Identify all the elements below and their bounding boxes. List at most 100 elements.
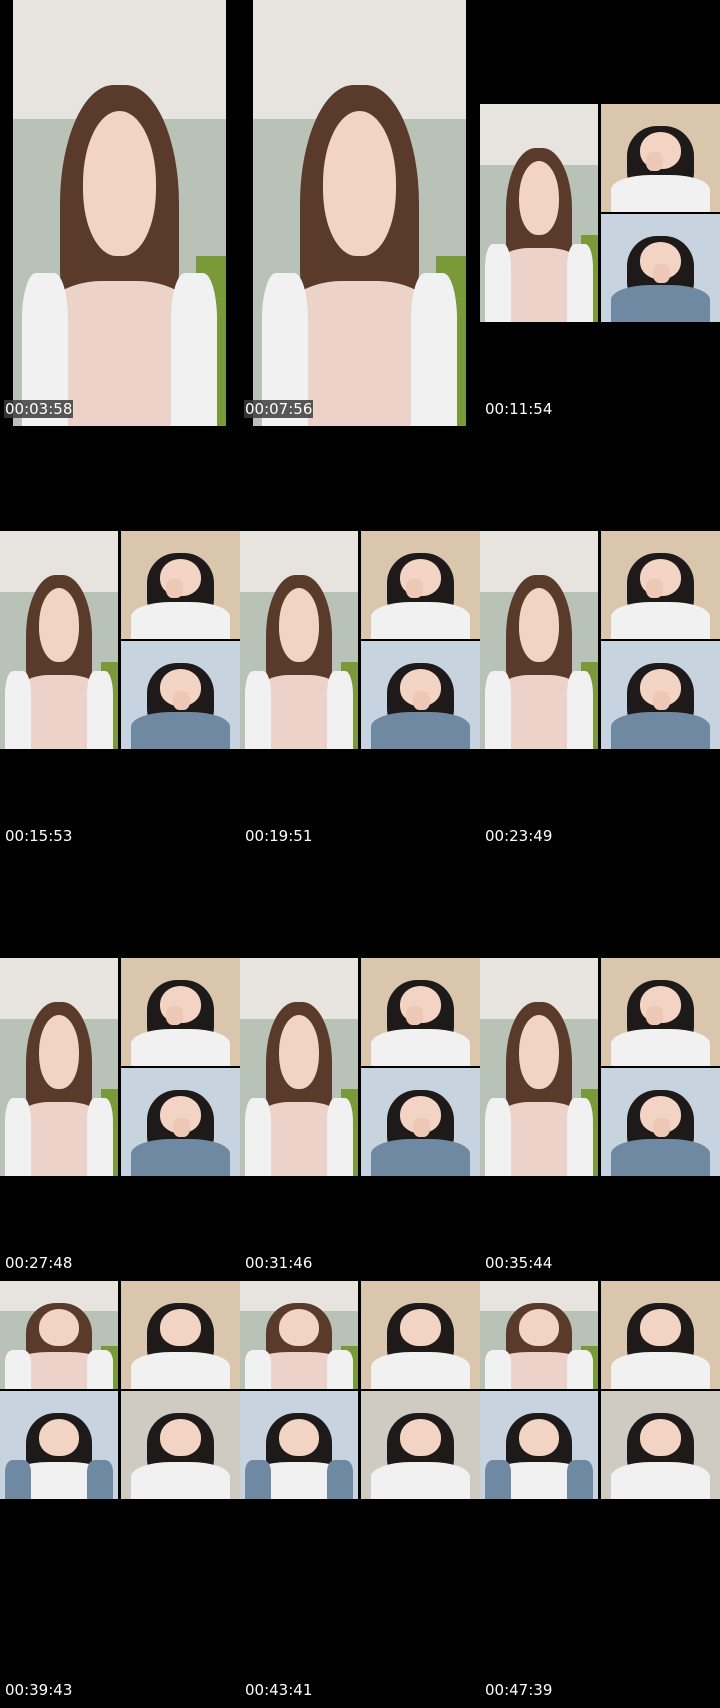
face (160, 1309, 201, 1346)
face (278, 1419, 320, 1456)
main-streamer-panel (0, 531, 118, 749)
cardigan (327, 1460, 354, 1499)
main-streamer-panel (240, 531, 358, 749)
face (400, 1309, 441, 1346)
torso (130, 602, 231, 639)
face (38, 1014, 80, 1089)
face (38, 1419, 80, 1456)
torso (130, 1029, 231, 1066)
video-thumbnail[interactable]: 00:11:54 (480, 0, 720, 427)
cardigan (87, 670, 114, 749)
face (278, 1309, 320, 1346)
main-streamer-panel (480, 958, 598, 1176)
hand (653, 263, 671, 284)
hand (653, 690, 671, 711)
video-thumbnail[interactable]: 00:39:43 (0, 1281, 240, 1708)
cardigan (484, 670, 511, 749)
video-thumbnail[interactable]: 00:03:58 (0, 0, 240, 427)
guest-panel-top (121, 958, 240, 1066)
guest-panel-top (361, 958, 480, 1066)
cardigan (244, 1350, 271, 1389)
timestamp-label: 00:03:58 (4, 400, 74, 418)
guest-panel-bottom-left (0, 1391, 118, 1499)
video-frame (13, 0, 226, 426)
face (38, 1309, 80, 1346)
torso (370, 1352, 471, 1389)
cardigan (87, 1350, 114, 1389)
video-thumbnail[interactable]: 00:27:48 (0, 854, 240, 1281)
video-thumbnail[interactable]: 00:23:49 (480, 427, 720, 854)
face (518, 1309, 560, 1346)
cardigan (4, 1097, 31, 1176)
torso (610, 1462, 711, 1499)
hand (413, 1117, 431, 1138)
face (518, 1014, 560, 1089)
main-streamer-panel (480, 104, 598, 322)
face (160, 1419, 201, 1456)
guest-panel-top-left (240, 1281, 358, 1389)
streamer-video (13, 0, 226, 426)
cardigan (567, 243, 594, 322)
torso (610, 175, 711, 212)
guest-panel-top (121, 531, 240, 639)
hand (166, 1005, 183, 1025)
video-thumbnail[interactable]: 00:35:44 (480, 854, 720, 1281)
cardigan (567, 1460, 594, 1499)
cardigan (87, 1097, 114, 1176)
face (323, 110, 396, 256)
cardigan (244, 1097, 271, 1176)
hand (166, 578, 183, 598)
guest-panel-bottom (361, 1068, 480, 1176)
video-frame (240, 1281, 480, 1499)
torso (610, 712, 711, 749)
cardigan (567, 1097, 594, 1176)
guest-panel-top-right (121, 1281, 240, 1389)
hand (413, 690, 431, 711)
torso (370, 1139, 471, 1176)
guest-panel-top (361, 531, 480, 639)
timestamp-label: 00:27:48 (5, 1254, 73, 1272)
hand (646, 578, 663, 598)
timestamp-label: 00:23:49 (485, 827, 553, 845)
face (640, 1419, 681, 1456)
timestamp-label: 00:11:54 (485, 400, 553, 418)
guest-panel-top (601, 104, 720, 212)
guest-panel-bottom (361, 641, 480, 749)
timestamp-label: 00:39:43 (5, 1681, 73, 1699)
video-thumbnail[interactable]: 00:43:41 (240, 1281, 480, 1708)
guest-panel-bottom (601, 641, 720, 749)
guest-panel-bottom-left (240, 1391, 358, 1499)
video-frame (480, 1281, 720, 1499)
torso (610, 1139, 711, 1176)
face (518, 1419, 560, 1456)
face (83, 110, 156, 256)
timestamp-label: 00:07:56 (244, 400, 314, 418)
cardigan (4, 1460, 31, 1499)
cardigan (4, 670, 31, 749)
face (640, 1309, 681, 1346)
main-streamer-panel (240, 958, 358, 1176)
cardigan (4, 1350, 31, 1389)
guest-panel-bottom-right (601, 1391, 720, 1499)
main-streamer-panel (480, 531, 598, 749)
torso (610, 285, 711, 322)
torso (610, 1352, 711, 1389)
video-frame (480, 531, 720, 749)
guest-panel-bottom-left (480, 1391, 598, 1499)
torso (370, 1029, 471, 1066)
torso (610, 1029, 711, 1066)
video-frame (480, 104, 720, 322)
video-thumbnail[interactable]: 00:19:51 (240, 427, 480, 854)
guest-panel-bottom-right (121, 1391, 240, 1499)
main-streamer-panel (0, 958, 118, 1176)
hand (646, 1005, 663, 1025)
video-thumbnail[interactable]: 00:07:56 (240, 0, 480, 427)
video-thumbnail[interactable]: 00:47:39 (480, 1281, 720, 1708)
torso (130, 1462, 231, 1499)
timestamp-label: 00:47:39 (485, 1681, 553, 1699)
face (400, 1419, 441, 1456)
guest-panel-top (601, 958, 720, 1066)
torso (130, 1352, 231, 1389)
video-thumbnail[interactable]: 00:31:46 (240, 854, 480, 1281)
video-thumbnail[interactable]: 00:15:53 (0, 427, 240, 854)
